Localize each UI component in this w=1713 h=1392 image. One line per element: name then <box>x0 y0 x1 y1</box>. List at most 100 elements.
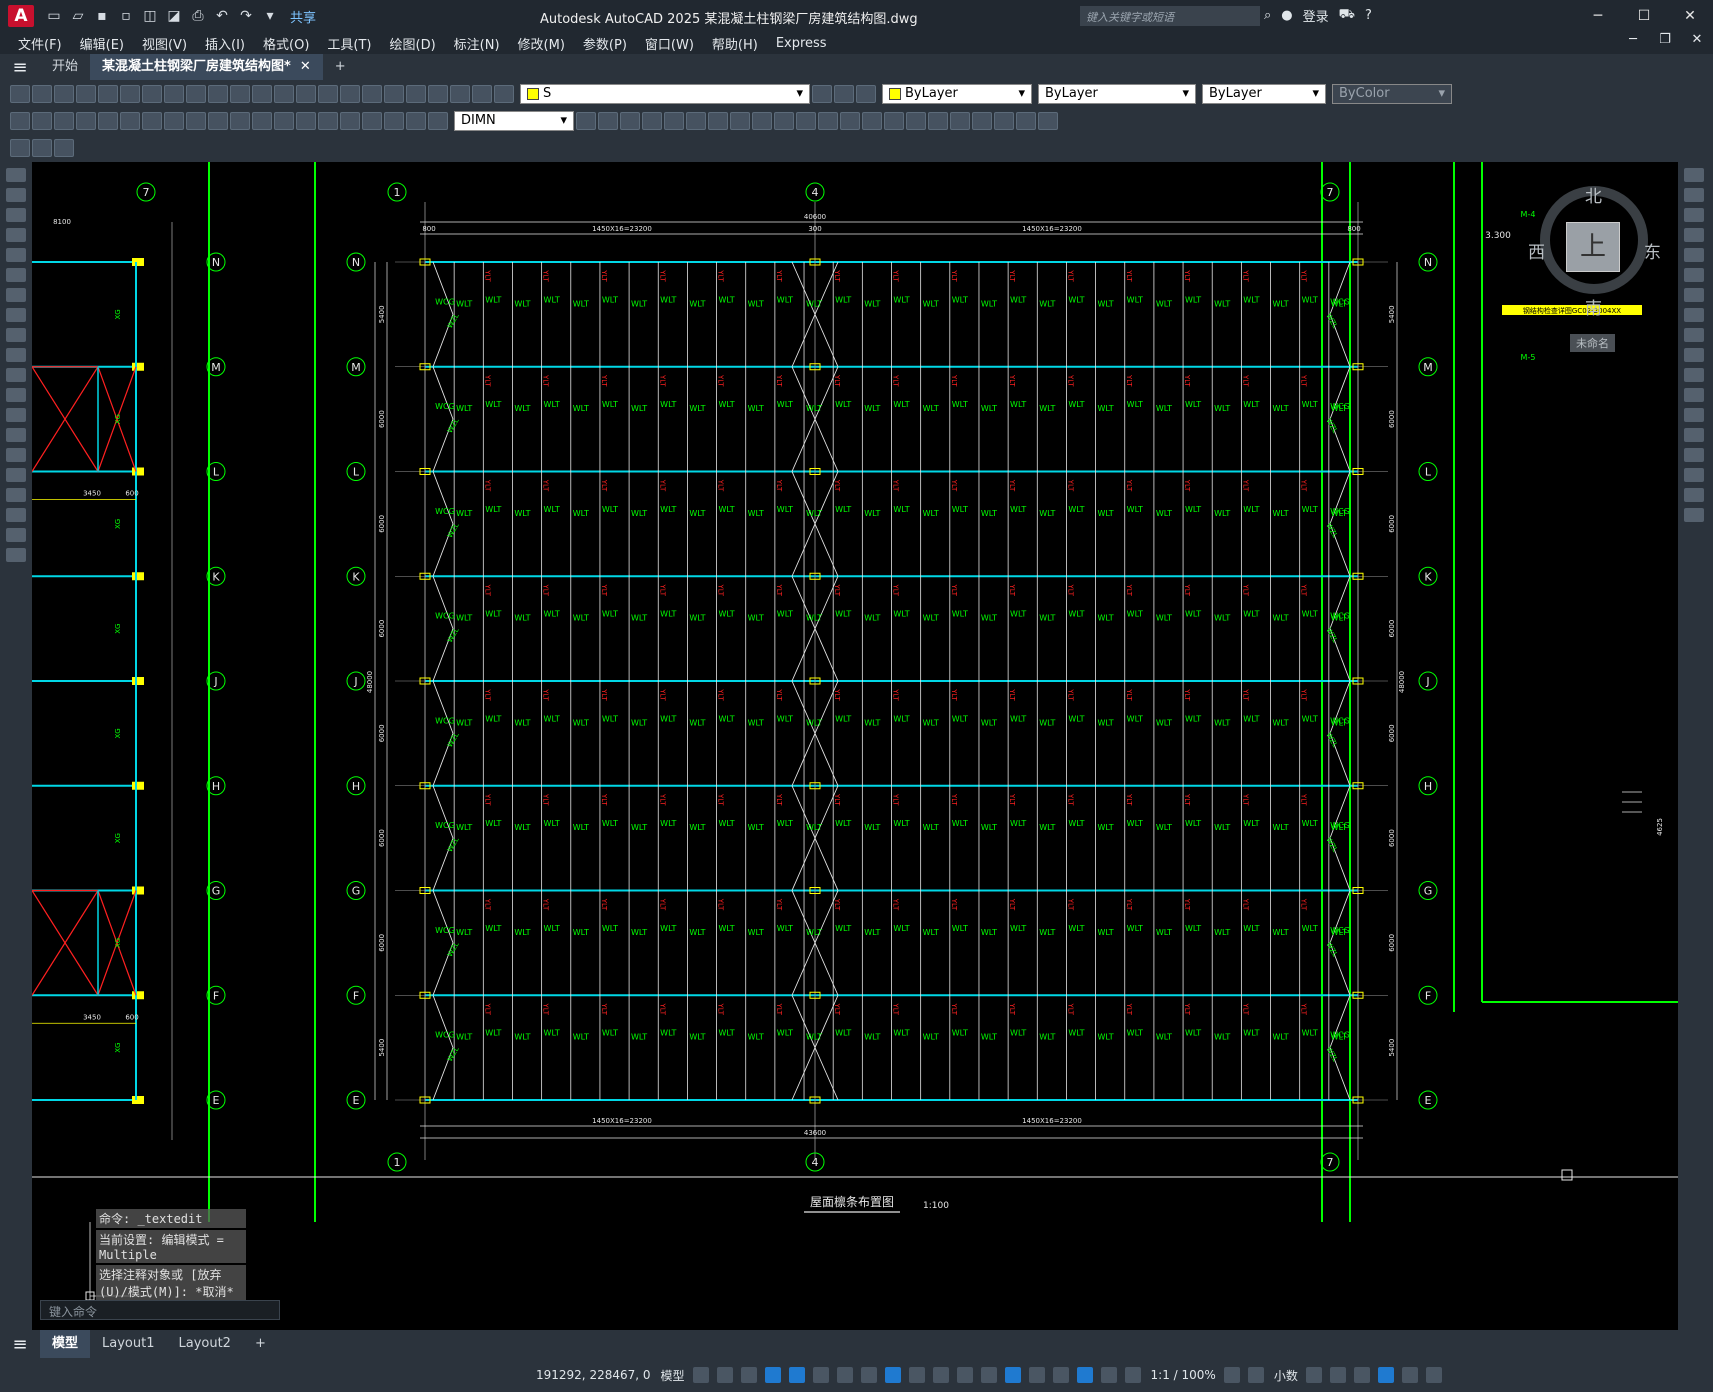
tool-preview-icon[interactable] <box>98 84 118 103</box>
tool-copy-icon[interactable] <box>164 84 184 103</box>
modify-join-icon[interactable] <box>840 111 860 130</box>
web-save-icon[interactable]: ◪ <box>164 7 184 25</box>
lineweight-dropdown[interactable]: ByLayer ▾ <box>1202 83 1326 104</box>
modify-scale-icon[interactable] <box>730 111 750 130</box>
jogged-linear-icon[interactable] <box>362 111 382 130</box>
chamfer-icon[interactable] <box>1684 448 1704 462</box>
login-link[interactable]: 登录 <box>1303 6 1329 25</box>
tab-layout1[interactable]: Layout1 <box>90 1330 166 1358</box>
coordinates-readout[interactable]: 191292, 228467, 0 <box>536 1368 651 1382</box>
block-insert-icon[interactable] <box>928 111 948 130</box>
quick-properties-icon[interactable] <box>1305 1367 1322 1383</box>
circle-icon[interactable] <box>6 288 26 302</box>
insert-block-icon[interactable] <box>6 388 26 402</box>
dim-baseline-icon[interactable] <box>208 111 228 130</box>
snap-icon[interactable] <box>716 1367 733 1383</box>
annotation-scale-icon[interactable] <box>1124 1367 1141 1383</box>
plot-icon[interactable]: ⎙ <box>188 7 208 25</box>
tool-open-icon[interactable] <box>32 84 52 103</box>
layer-dropdown[interactable]: S ▾ <box>520 83 810 104</box>
revcloud-icon[interactable] <box>6 308 26 322</box>
extend-icon[interactable] <box>1684 368 1704 382</box>
doc-minimize-button[interactable]: ─ <box>1617 32 1649 47</box>
xline-icon[interactable] <box>6 188 26 202</box>
layer-previous-icon[interactable] <box>812 84 832 103</box>
tool-plot-icon[interactable] <box>76 84 96 103</box>
dynamic-ucs-icon[interactable] <box>1004 1367 1021 1383</box>
cart-icon[interactable]: ⛟ <box>1339 7 1355 24</box>
tool-new-icon[interactable] <box>10 84 30 103</box>
erase-icon[interactable] <box>1684 168 1704 182</box>
tolerance-icon[interactable] <box>296 111 316 130</box>
workspace-gear-icon[interactable] <box>1223 1367 1240 1383</box>
menu-file[interactable]: 文件(F) <box>18 34 62 53</box>
modify-move-icon[interactable] <box>686 111 706 130</box>
user-icon[interactable]: ● <box>1281 8 1292 23</box>
extra-tool-3-icon[interactable] <box>54 139 74 157</box>
save-icon[interactable]: ▪ <box>92 7 112 25</box>
mtext-icon[interactable] <box>6 528 26 542</box>
lineweight-icon[interactable] <box>908 1367 925 1383</box>
customize-dropdown-icon[interactable]: ▾ <box>260 7 280 25</box>
rotate-icon[interactable] <box>1684 288 1704 302</box>
viewcube-north[interactable]: 北 <box>1585 182 1602 207</box>
extra-tool-2-icon[interactable] <box>32 139 52 157</box>
dimstyle-dropdown[interactable]: DIMN ▾ <box>454 110 574 131</box>
tool-save-icon[interactable] <box>54 84 74 103</box>
rectangle-icon[interactable] <box>6 248 26 262</box>
drawing-canvas[interactable]: WLT WLT YLT WLT WLT YLT WLT WLT YLT WLT WLT YLT WLT W… <box>32 162 1678 1330</box>
gizmo-icon[interactable] <box>1052 1367 1069 1383</box>
modify-trim-icon[interactable] <box>774 111 794 130</box>
region-icon[interactable] <box>6 488 26 502</box>
save-as-icon[interactable]: ▫ <box>116 7 136 25</box>
grid-icon[interactable] <box>692 1367 709 1383</box>
help-icon[interactable]: ? <box>1365 8 1372 23</box>
point-icon[interactable] <box>6 428 26 442</box>
polar-icon[interactable] <box>812 1367 829 1383</box>
fillet-icon[interactable] <box>1684 468 1704 482</box>
units-dropdown[interactable]: 小数 <box>1274 1367 1298 1384</box>
doc-restore-button[interactable]: ❐ <box>1649 32 1681 47</box>
modify-break-icon[interactable] <box>818 111 838 130</box>
dim-style-manager-icon[interactable] <box>576 111 596 130</box>
trim-icon[interactable] <box>1684 348 1704 362</box>
customization-icon[interactable] <box>1425 1367 1442 1383</box>
menu-modify[interactable]: 修改(M) <box>518 34 565 53</box>
layer-manager-icon[interactable] <box>494 84 514 103</box>
menu-view[interactable]: 视图(V) <box>142 34 187 53</box>
close-button[interactable]: ✕ <box>1667 0 1713 32</box>
tool-help-icon[interactable] <box>472 84 492 103</box>
infer-icon[interactable] <box>740 1367 757 1383</box>
tab-layout2[interactable]: Layout2 <box>166 1330 242 1358</box>
tool-palettes-icon[interactable] <box>406 84 426 103</box>
tool-properties-icon[interactable] <box>362 84 382 103</box>
tool-designcenter-icon[interactable] <box>384 84 404 103</box>
menu-insert[interactable]: 插入(I) <box>205 34 245 53</box>
tool-redo-icon[interactable] <box>252 84 272 103</box>
scale-icon[interactable] <box>1684 308 1704 322</box>
tool-zoom-prev-icon[interactable] <box>340 84 360 103</box>
command-input[interactable]: 键入命令 <box>40 1300 280 1320</box>
viewcube-south[interactable]: 南 <box>1585 294 1602 319</box>
dim-update-icon[interactable] <box>428 111 448 130</box>
ellipse-arc-icon[interactable] <box>6 368 26 382</box>
menu-edit[interactable]: 编辑(E) <box>80 34 124 53</box>
dim-edit-icon[interactable] <box>384 111 404 130</box>
linetype-dropdown[interactable]: ByLayer ▾ <box>1038 83 1196 104</box>
break-icon[interactable] <box>1684 408 1704 422</box>
maximize-button[interactable]: ☐ <box>1621 0 1667 32</box>
plotstyle-dropdown[interactable]: ByColor ▾ <box>1332 83 1452 104</box>
menu-hamburger-icon[interactable]: ≡ <box>0 57 40 78</box>
tool-undo-icon[interactable] <box>230 84 250 103</box>
model-space-toggle[interactable]: 模型 <box>661 1367 685 1384</box>
dim-jogged-icon[interactable] <box>120 111 140 130</box>
auto-scale-icon[interactable] <box>1100 1367 1117 1383</box>
modify-extend-icon[interactable] <box>796 111 816 130</box>
selection-cycling-icon[interactable] <box>956 1367 973 1383</box>
dim-space-icon[interactable] <box>252 111 272 130</box>
draworder-icon[interactable] <box>1038 111 1058 130</box>
ortho-icon[interactable] <box>788 1367 805 1383</box>
menu-window[interactable]: 窗口(W) <box>645 34 694 53</box>
tool-calc-icon[interactable] <box>450 84 470 103</box>
tool-pan-icon[interactable] <box>274 84 294 103</box>
